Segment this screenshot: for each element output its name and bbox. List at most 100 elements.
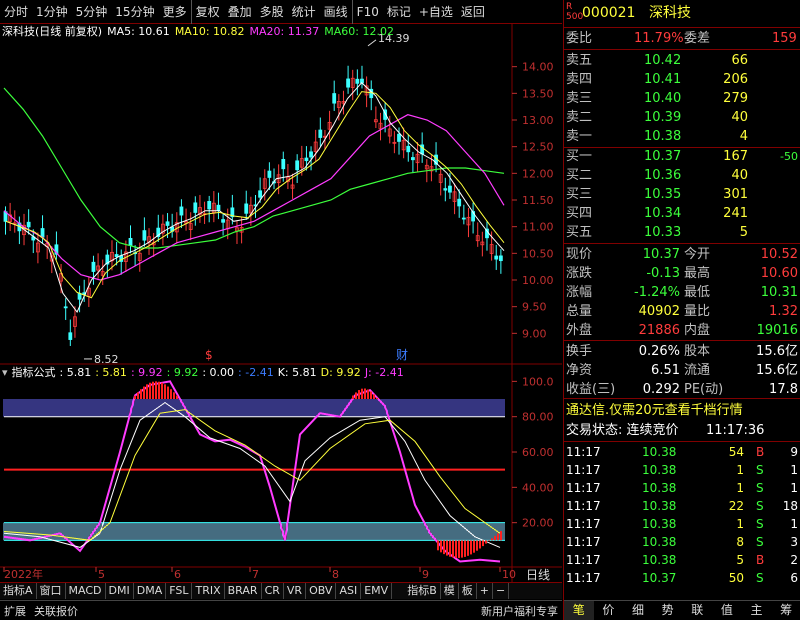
candle-body <box>309 151 313 158</box>
candle-body <box>207 201 212 210</box>
indicator-tab-10[interactable]: OBV <box>306 583 337 599</box>
ask-row[interactable]: 卖三 10.40 279 <box>564 89 800 108</box>
toolbar-item-0[interactable]: 分时 <box>0 0 32 24</box>
toolbar-item-2[interactable]: 5分钟 <box>72 0 112 24</box>
candle-body <box>318 129 323 138</box>
toolbar-item-10[interactable]: F10 <box>351 0 383 24</box>
indicator-tab-8[interactable]: CR <box>262 583 284 599</box>
tick-row: 11:17 10.37 50 S 6 <box>566 571 798 585</box>
ask-row[interactable]: 卖五 10.42 66 <box>564 51 800 70</box>
candle-body <box>179 206 184 216</box>
candle-body <box>295 160 300 171</box>
toolbar-item-7[interactable]: 多股 <box>256 0 288 24</box>
side-tab-2[interactable]: 细 <box>623 601 653 620</box>
ind-tick-label: 20.00 <box>522 517 554 530</box>
ma10-label: MA10: 10.82 <box>174 25 245 38</box>
indicator-tab-0[interactable]: 指标A <box>0 583 37 599</box>
bid-row[interactable]: 买三 10.35 301 <box>564 185 800 204</box>
indicator-tab-6[interactable]: TRIX <box>192 583 225 599</box>
toolbar-item-6[interactable]: 叠加 <box>224 0 256 24</box>
toolbar-item-12[interactable]: +自选 <box>415 0 457 24</box>
indicator-tab-16[interactable]: + <box>477 583 493 599</box>
bid-row[interactable]: 买五 10.33 5 <box>564 223 800 242</box>
stat-row: 涨跌 -0.13 最高 10.60 <box>566 266 798 281</box>
indicator-tab-2[interactable]: MACD <box>66 583 106 599</box>
indicator-tab-4[interactable]: DMA <box>134 583 167 599</box>
stock-name: 深科技 <box>649 5 691 21</box>
side-tab-4[interactable]: 联 <box>683 601 713 620</box>
candle-body <box>68 332 73 340</box>
price-tick-label: 9.00 <box>522 327 547 340</box>
bid-volume: 167 <box>723 149 748 164</box>
date-tick-label: 9 <box>422 568 429 581</box>
bottom-bar-item-2[interactable]: 新用户福利专享 <box>477 603 562 619</box>
kline-chart[interactable]: 14.00 13.50 13.00 12.50 12.00 11.50 11.00 10.50… <box>0 24 562 582</box>
ind-v3: : 9.92 <box>130 366 163 379</box>
bid-volume: 5 <box>739 225 748 240</box>
period-label[interactable]: 日线 <box>526 568 550 582</box>
low-label: 8.52 <box>94 353 119 366</box>
indicator-name[interactable]: 指标公式 <box>12 365 56 381</box>
indicator-tab-3[interactable]: DMI <box>106 583 134 599</box>
date-tick-label: 2022年 <box>4 567 43 581</box>
indicator-tab-7[interactable]: BRAR <box>225 583 262 599</box>
bottom-bar-item-0[interactable]: 扩展 <box>0 603 30 619</box>
chevron-down-icon[interactable]: ▾ <box>2 365 8 381</box>
ask-row[interactable]: 卖二 10.39 40 <box>564 108 800 127</box>
indicator-tab-13[interactable]: 指标B <box>404 583 441 599</box>
ask-row[interactable]: 卖四 10.41 206 <box>564 70 800 89</box>
side-tab-0[interactable]: 笔 <box>564 601 594 620</box>
indicator-tab-9[interactable]: VR <box>284 583 307 599</box>
candle-body <box>221 219 225 223</box>
ask-price: 10.38 <box>644 129 682 144</box>
event-marker-dollar[interactable]: $ <box>205 348 213 362</box>
bid-volume: 40 <box>731 168 748 183</box>
indicator-tab-15[interactable]: 板 <box>459 583 477 599</box>
bid-row[interactable]: 买四 10.34 241 <box>564 204 800 223</box>
toolbar-item-5[interactable]: 复权 <box>190 0 224 24</box>
bottom-bar-item-1[interactable]: 关联报价 <box>30 603 82 619</box>
bid-row[interactable]: 买二 10.36 40 <box>564 166 800 185</box>
bid-price: 10.36 <box>644 168 682 183</box>
series-ma60 <box>3 87 505 249</box>
side-tab-5[interactable]: 值 <box>712 601 742 620</box>
candle-body <box>216 204 221 211</box>
ind-tick-label: 80.00 <box>522 411 554 424</box>
toolbar-item-1[interactable]: 1分钟 <box>32 0 72 24</box>
toolbar-item-13[interactable]: 返回 <box>457 0 489 24</box>
ind-k: K: 5.81 <box>277 366 317 379</box>
trade-status: 交易状态: 连续竞价 11:17:36 <box>566 423 765 438</box>
toolbar-item-8[interactable]: 统计 <box>288 0 320 24</box>
event-marker-finance[interactable]: 财 <box>396 348 408 362</box>
toolbar-item-11[interactable]: 标记 <box>383 0 415 24</box>
toolbar-item-3[interactable]: 15分钟 <box>111 0 158 24</box>
promo-banner[interactable]: 通达信.仅需20元查看千档行情 <box>564 401 800 420</box>
tick-row: 11:17 10.38 8 S 3 <box>566 535 798 549</box>
bid-row[interactable]: 买一 10.37 167 -50 <box>564 147 800 166</box>
bid-volume: 241 <box>723 206 748 221</box>
stat-row: 外盘 21886 内盘 19016 <box>566 323 798 338</box>
tick-row: 11:17 10.38 1 S 1 <box>566 463 798 477</box>
candle-body <box>406 145 411 153</box>
indicator-tab-5[interactable]: FSL <box>166 583 193 599</box>
side-tab-3[interactable]: 势 <box>653 601 683 620</box>
indicator-tab-11[interactable]: ASI <box>336 583 362 599</box>
side-tab-1[interactable]: 价 <box>594 601 624 620</box>
tick-row: 11:17 10.38 1 S 1 <box>566 517 798 531</box>
indicator-tab-14[interactable]: 模 <box>441 583 459 599</box>
indicator-tab-1[interactable]: 窗口 <box>37 583 66 599</box>
toolbar: 分时 1分钟 5分钟 15分钟 更多 复权 叠加 多股 统计 画线 F10 标记 +自选 返回 <box>0 0 562 24</box>
fundamental-row: 净资 6.51 流通 15.6亿 <box>566 363 798 378</box>
bid-price: 10.35 <box>644 187 682 202</box>
ask-row[interactable]: 卖一 10.38 4 <box>564 127 800 146</box>
quote-header: R 500 000021 深科技 <box>566 2 691 22</box>
indicator-tab-17[interactable]: − <box>493 583 510 599</box>
indicator-tab-12[interactable]: EMV <box>361 583 393 599</box>
side-tab-6[interactable]: 主 <box>742 601 772 620</box>
candle-body <box>26 221 31 228</box>
toolbar-item-4[interactable]: 更多 <box>159 0 191 24</box>
toolbar-item-9[interactable]: 画线 <box>320 0 352 24</box>
side-tab-7[interactable]: 筹 <box>771 601 800 620</box>
price-tick-label: 12.50 <box>522 141 554 154</box>
fundamental-row: 换手 0.26% 股本 15.6亿 <box>566 344 798 359</box>
